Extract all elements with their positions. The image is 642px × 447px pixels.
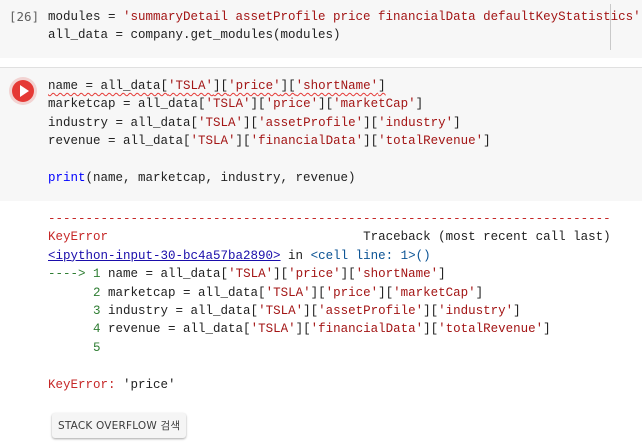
execution-count: [26] xyxy=(9,9,40,24)
code-cell-2[interactable]: name = all_data['TSLA']['price']['shortN… xyxy=(0,67,642,201)
line-length-ruler xyxy=(610,4,611,50)
run-cell-button[interactable] xyxy=(12,80,34,102)
traceback-label: Traceback (most recent call last) xyxy=(363,230,611,245)
code-line: name = all_data['TSLA']['price']['shortN… xyxy=(48,79,386,93)
code-editor-2[interactable]: name = all_data['TSLA']['price']['shortN… xyxy=(48,77,491,187)
code-line: all_data = company.get_modules(modules) xyxy=(48,28,341,43)
ipython-input-link[interactable]: <ipython-input-30-bc4a57ba2890> xyxy=(48,249,281,263)
traceback-line: 3 industry = all_data['TSLA']['assetProf… xyxy=(93,304,521,319)
code-line: industry = all_data['TSLA']['assetProfil… xyxy=(48,115,461,130)
traceback-line: 5 xyxy=(93,340,101,355)
final-error-name: KeyError: xyxy=(48,377,116,392)
code-line: revenue = all_data['TSLA']['financialDat… xyxy=(48,134,491,149)
traceback-divider: ----------------------------------------… xyxy=(48,212,611,226)
error-type: KeyError xyxy=(48,230,109,245)
code-line: modules = 'summaryDetail assetProfile pr… xyxy=(48,10,641,24)
code-editor-1[interactable]: modules = 'summaryDetail assetProfile pr… xyxy=(48,8,641,45)
code-line: print(name, marketcap, industry, revenue… xyxy=(48,171,356,186)
traceback-line: 4 revenue = all_data['TSLA']['financialD… xyxy=(93,322,551,337)
traceback-line: 2 marketcap = all_data['TSLA']['price'][… xyxy=(93,285,484,300)
final-error-message: 'price' xyxy=(115,377,176,392)
cell-output: ----------------------------------------… xyxy=(48,212,611,392)
code-line: marketcap = all_data['TSLA']['price']['m… xyxy=(48,97,424,112)
traceback-line: ----> 1 name = all_data['TSLA']['price']… xyxy=(48,267,446,282)
search-stack-overflow-button[interactable]: STACK OVERFLOW 검색 xyxy=(52,413,187,438)
play-icon xyxy=(19,85,29,97)
code-cell-1[interactable]: [26] modules = 'summaryDetail assetProfi… xyxy=(0,0,642,58)
cell-line-ref: <cell line: 1>() xyxy=(310,248,431,263)
